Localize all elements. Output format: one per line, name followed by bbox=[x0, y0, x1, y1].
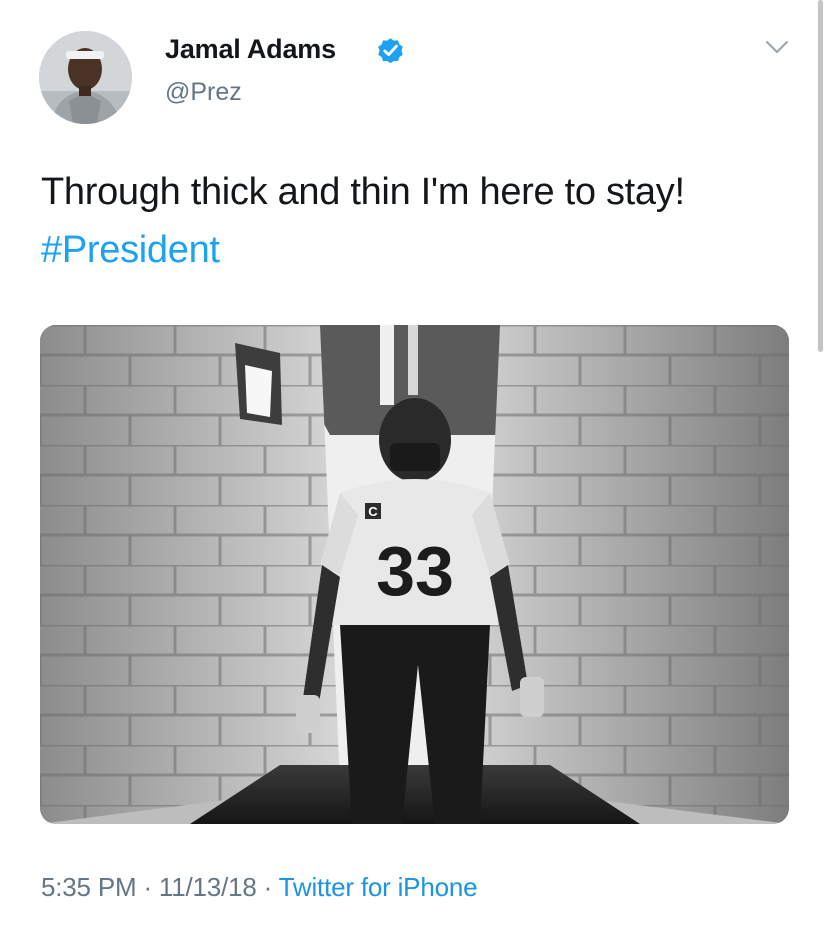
tweet-photo[interactable]: C 33 bbox=[40, 325, 789, 824]
tweet-text: Through thick and thin I'm here to stay!… bbox=[41, 163, 801, 279]
scrollbar[interactable] bbox=[818, 0, 823, 352]
captain-patch: C bbox=[368, 504, 378, 519]
jersey-number: 33 bbox=[376, 532, 454, 610]
photo-illustration: C 33 bbox=[40, 325, 789, 824]
avatar-image bbox=[39, 31, 132, 124]
display-name[interactable]: Jamal Adams bbox=[165, 34, 336, 65]
avatar[interactable] bbox=[39, 31, 132, 124]
timestamp[interactable]: 5:35 PM · 11/13/18 · bbox=[41, 872, 272, 902]
tweet-meta: 5:35 PM · 11/13/18 · Twitter for iPhone bbox=[41, 872, 478, 903]
verified-badge-icon bbox=[375, 35, 406, 66]
user-handle[interactable]: @Prez bbox=[165, 78, 242, 107]
tweet-source-link[interactable]: Twitter for iPhone bbox=[279, 872, 478, 902]
tweet-body: Through thick and thin I'm here to stay! bbox=[41, 171, 685, 213]
hashtag-link[interactable]: #President bbox=[41, 229, 220, 271]
chevron-down-icon[interactable] bbox=[764, 38, 790, 56]
